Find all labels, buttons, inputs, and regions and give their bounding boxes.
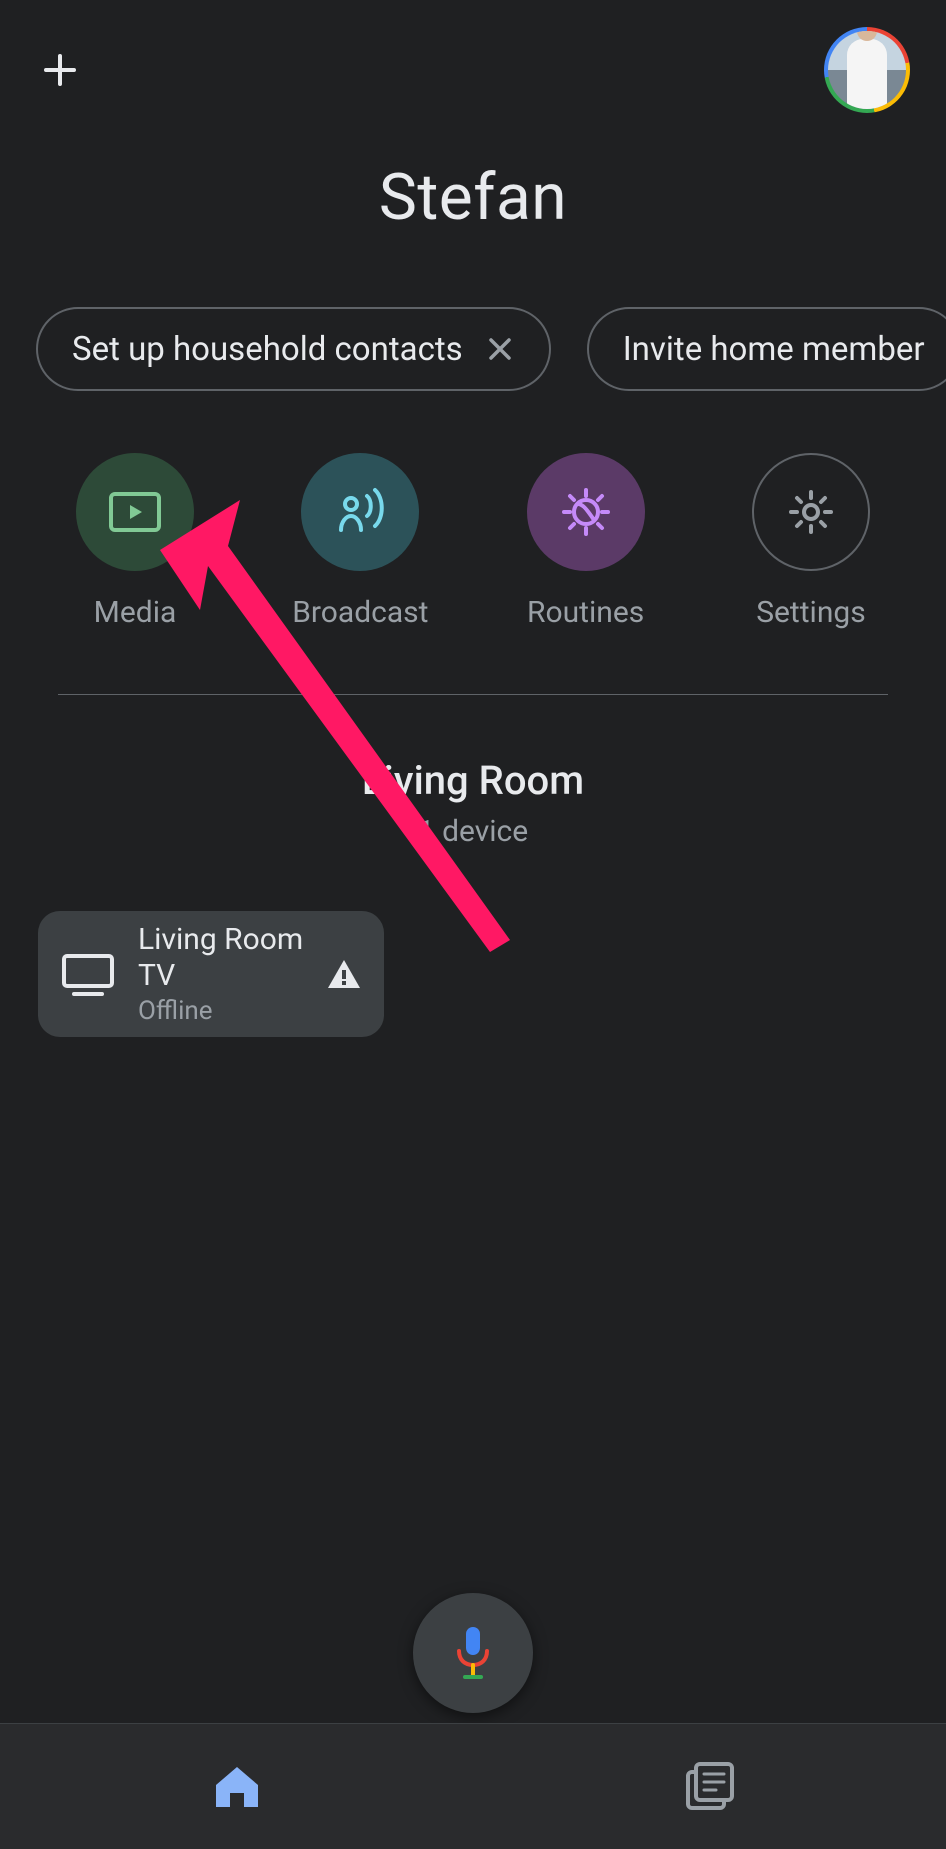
nav-feed[interactable] [473,1724,946,1849]
device-text: Living Room TV Offline [138,922,304,1026]
media-icon [76,453,194,571]
mic-button[interactable] [413,1593,533,1713]
action-label: Media [94,595,177,630]
divider [58,694,888,695]
mic-icon [453,1625,493,1681]
nav-home[interactable] [0,1724,473,1849]
feed-icon [684,1762,736,1812]
add-button[interactable] [36,46,84,94]
header [0,0,946,110]
device-name: Living Room TV [138,922,304,994]
quick-actions: Media Broadcast Routines [0,453,946,630]
action-settings[interactable]: Settings [736,453,886,630]
bottom-nav [0,1723,946,1849]
pill-household-contacts[interactable]: Set up household contacts [36,307,551,391]
device-card-living-room-tv[interactable]: Living Room TV Offline [38,911,384,1037]
tv-icon [60,952,116,996]
routines-icon [527,453,645,571]
action-routines[interactable]: Routines [511,453,661,630]
action-label: Settings [756,595,866,630]
avatar-image [828,31,906,109]
home-icon [212,1763,262,1811]
action-media[interactable]: Media [60,453,210,630]
pill-invite-member[interactable]: Invite home member [587,307,946,391]
action-label: Broadcast [292,595,428,630]
settings-icon [752,453,870,571]
mic-button-wrap [413,1593,533,1713]
suggestion-pills: Set up household contacts Invite home me… [0,307,946,391]
device-status: Offline [138,996,304,1026]
action-label: Routines [527,595,644,630]
action-broadcast[interactable]: Broadcast [285,453,435,630]
plus-icon [40,50,80,90]
pill-label: Invite home member [623,330,925,369]
warning-icon [326,958,362,990]
profile-avatar[interactable] [824,27,910,113]
close-icon[interactable] [485,334,515,364]
broadcast-icon [301,453,419,571]
pill-label: Set up household contacts [72,330,463,369]
room-title: Living Room [0,757,946,804]
page-title: Stefan [0,160,946,235]
room-subtitle: 1 device [0,814,946,849]
